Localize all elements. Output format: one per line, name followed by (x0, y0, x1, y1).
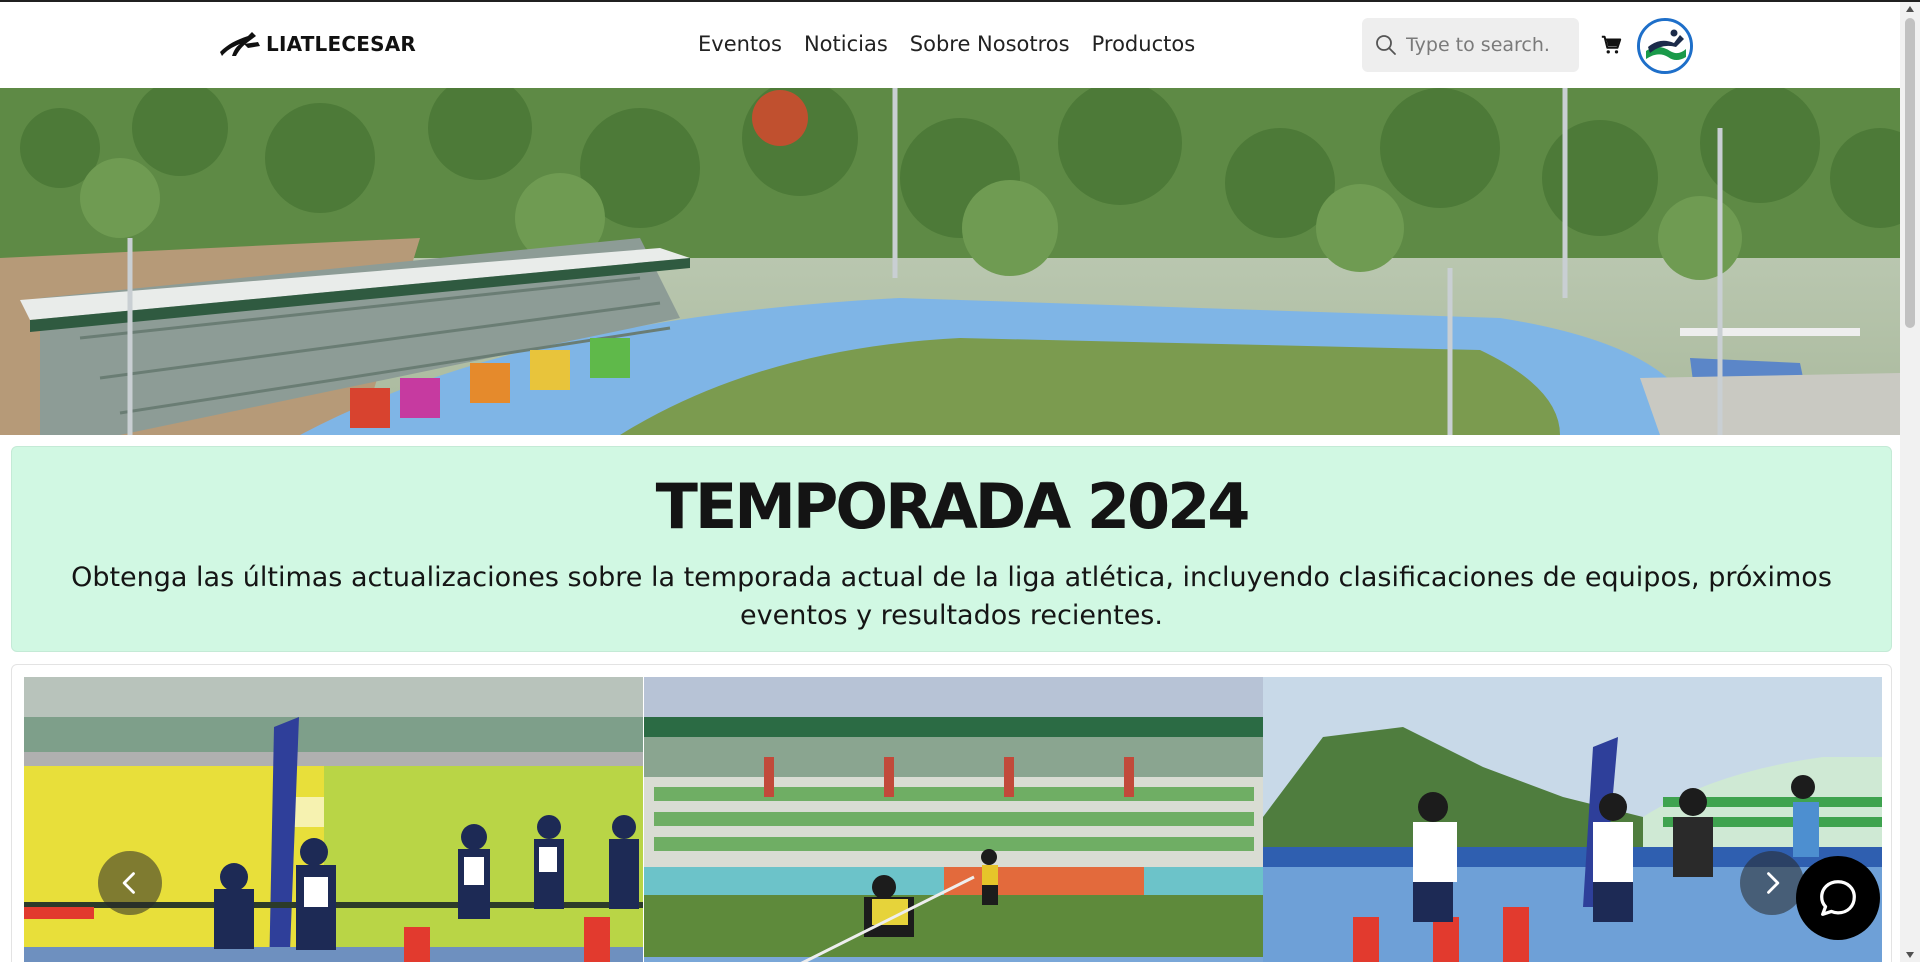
scroll-down-arrow-icon[interactable] (1905, 951, 1915, 959)
avatar[interactable] (1637, 18, 1693, 74)
chat-button[interactable] (1796, 856, 1880, 940)
photo-carousel (11, 664, 1892, 962)
page-scrollbar[interactable] (1900, 2, 1920, 962)
carousel-next-button[interactable] (1740, 851, 1804, 915)
season-description: Obtenga las últimas actualizaciones sobr… (71, 562, 1832, 631)
carousel-slide-hurdles[interactable] (24, 677, 643, 962)
search-input[interactable] (1406, 34, 1566, 56)
search-box[interactable] (1362, 18, 1579, 72)
cart-icon[interactable] (1600, 34, 1622, 56)
season-title: TEMPORADA 2024 (655, 470, 1251, 543)
scrollbar-thumb[interactable] (1905, 18, 1915, 328)
chevron-right-icon (1767, 872, 1780, 894)
season-banner: TEMPORADA 2024 Obtenga las últimas actua… (11, 446, 1892, 652)
nav-link-eventos[interactable]: Eventos (698, 32, 782, 56)
carousel-prev-button[interactable] (98, 851, 162, 915)
nav-link-noticias[interactable]: Noticias (804, 32, 888, 56)
league-emblem-icon (1640, 21, 1690, 71)
chevron-left-icon (122, 872, 135, 894)
chat-icon (1820, 880, 1856, 916)
runner-logo-icon (220, 32, 260, 56)
brand-logo[interactable]: LIATLECESAR (218, 30, 416, 58)
hero-stadium-image (0, 88, 1900, 435)
carousel-slide-sprint[interactable] (1263, 677, 1882, 962)
main-nav: Eventos Noticias Sobre Nosotros Producto… (698, 32, 1195, 56)
search-icon (1376, 35, 1396, 55)
carousel-slide-javelin[interactable] (644, 677, 1263, 962)
nav-link-productos[interactable]: Productos (1092, 32, 1196, 56)
brand-name: LIATLECESAR (266, 32, 416, 56)
scroll-up-arrow-icon[interactable] (1905, 5, 1915, 13)
nav-link-sobre-nosotros[interactable]: Sobre Nosotros (910, 32, 1070, 56)
navbar: LIATLECESAR Eventos Noticias Sobre Nosot… (0, 2, 1900, 88)
